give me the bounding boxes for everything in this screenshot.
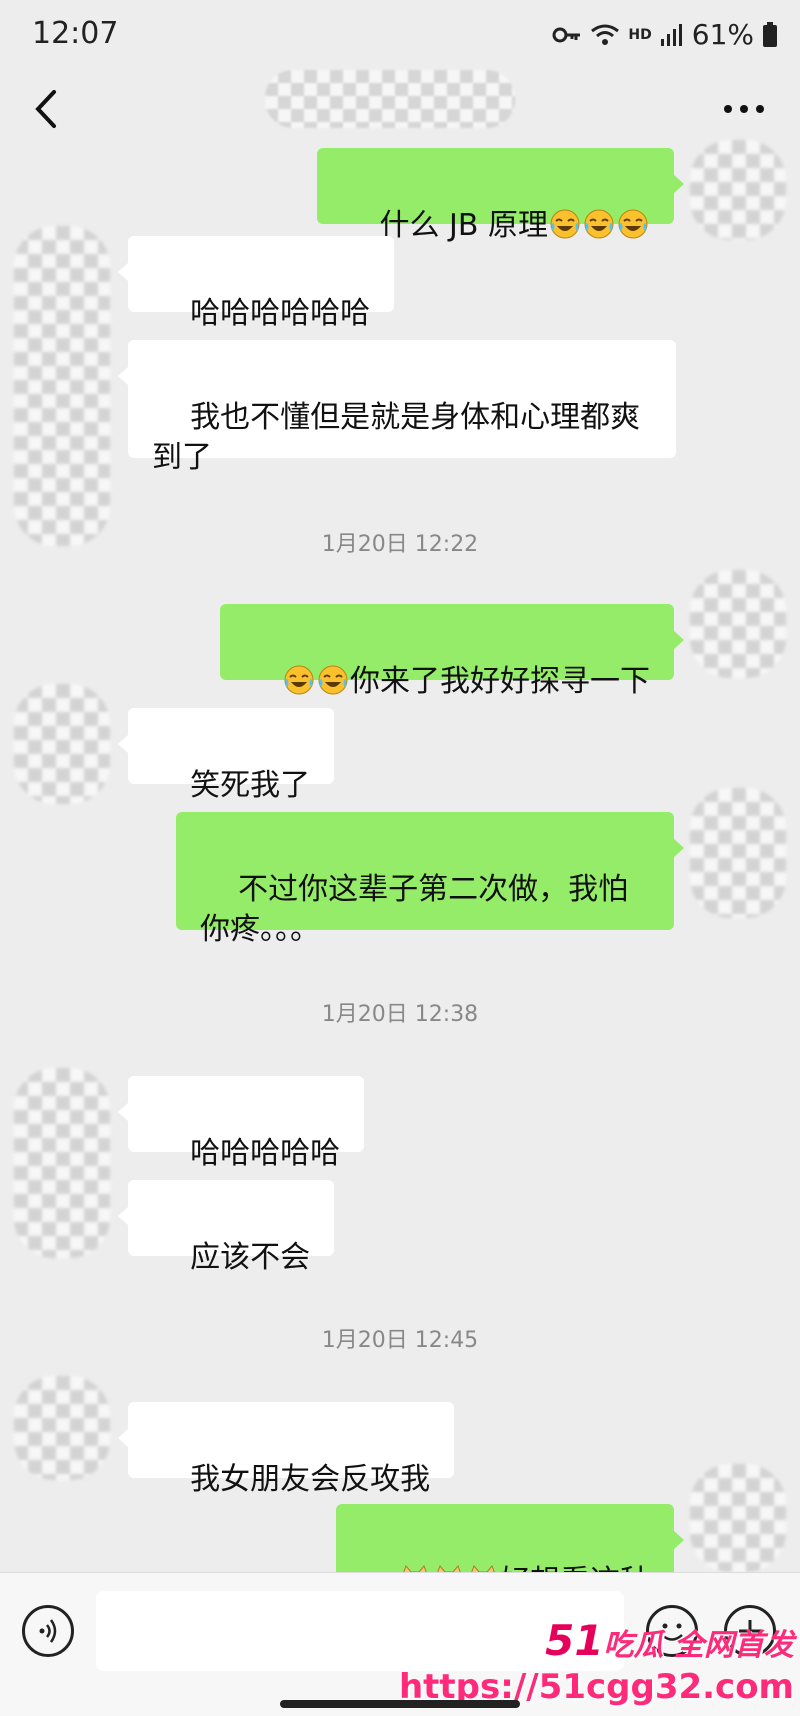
message-bubble-received[interactable]: 我也不懂但是就是身体和心理都爽到了: [118, 340, 676, 475]
message-text: 我也不懂但是就是身体和心理都爽到了: [152, 400, 641, 475]
voice-icon[interactable]: [22, 1605, 74, 1657]
message-text: 不过你这辈子第二次做，我怕你疼。。。: [200, 872, 629, 947]
avatar-contact[interactable]: [14, 1376, 110, 1480]
avatar-self[interactable]: [690, 140, 786, 240]
more-horizontal-icon[interactable]: [722, 94, 766, 124]
message-bubble-received[interactable]: 哈哈哈哈哈哈: [117, 236, 395, 331]
laugh-cry-emoji: [618, 209, 648, 239]
status-bar: 12:07 HD 61%: [0, 0, 800, 72]
message-bubble-received[interactable]: 我女朋友会反攻我: [117, 1402, 455, 1497]
message-bubble-sent[interactable]: 好想看这种: [335, 1504, 685, 1599]
watermark-brand: 51吃瓜 全网首发: [399, 1616, 794, 1665]
battery-percent: 61%: [691, 18, 754, 51]
battery-icon: [763, 21, 777, 47]
timestamp: 1月20日 12:45: [321, 1328, 479, 1353]
laugh-cry-emoji: [284, 665, 314, 695]
message-text: 你来了我好好探寻一下: [350, 664, 650, 699]
chevron-left-icon[interactable]: [28, 84, 68, 134]
signal-icon: [660, 23, 682, 46]
message-bubble-sent[interactable]: 不过你这辈子第二次做，我怕你疼。。。: [176, 812, 684, 947]
laugh-cry-emoji: [318, 665, 348, 695]
avatar-contact[interactable]: [14, 1068, 110, 1258]
message-bubble-received[interactable]: 应该不会: [117, 1180, 335, 1275]
avatar-self[interactable]: [690, 1464, 786, 1572]
message-text: 哈哈哈哈哈哈: [190, 296, 371, 331]
timestamp: 1月20日 12:22: [321, 532, 479, 557]
message-text: 什么 JB 原理: [379, 208, 548, 243]
watermark-slogan: 吃瓜 全网首发: [603, 1628, 794, 1663]
laugh-cry-emoji: [584, 209, 614, 239]
avatar-self[interactable]: [690, 788, 786, 918]
message-text: 我女朋友会反攻我: [190, 1462, 431, 1497]
message-text: 哈哈哈哈哈: [190, 1136, 341, 1171]
home-indicator[interactable]: [280, 1700, 520, 1708]
watermark: 51吃瓜 全网首发 https://51cgg32.com: [399, 1616, 794, 1707]
watermark-number: 51: [545, 1616, 604, 1665]
message-bubble-received[interactable]: 哈哈哈哈哈: [117, 1076, 365, 1171]
key-icon: [552, 27, 581, 42]
wifi-icon: [591, 24, 620, 45]
message-bubble-sent[interactable]: 你来了我好好探寻一下: [219, 604, 685, 699]
chat-area[interactable]: 什么 JB 原理 哈哈哈哈哈哈 我也不懂但是就是身体和心理都爽到了 1月20日 …: [0, 140, 800, 1599]
message-bubble-sent[interactable]: 什么 JB 原理: [317, 148, 684, 243]
message-text: 笑死我了: [190, 768, 311, 803]
message-text: 应该不会: [190, 1240, 311, 1275]
avatar-contact[interactable]: [14, 684, 110, 804]
status-time: 12:07: [32, 16, 119, 51]
message-bubble-received[interactable]: 笑死我了: [117, 708, 335, 803]
avatar-contact[interactable]: [14, 226, 110, 546]
status-icons: HD 61%: [552, 18, 778, 51]
laugh-cry-emoji: [550, 209, 580, 239]
chat-title-obscured: [265, 70, 515, 128]
network-label: HD: [628, 26, 652, 43]
timestamp: 1月20日 12:38: [321, 1002, 479, 1027]
avatar-self[interactable]: [690, 570, 786, 678]
